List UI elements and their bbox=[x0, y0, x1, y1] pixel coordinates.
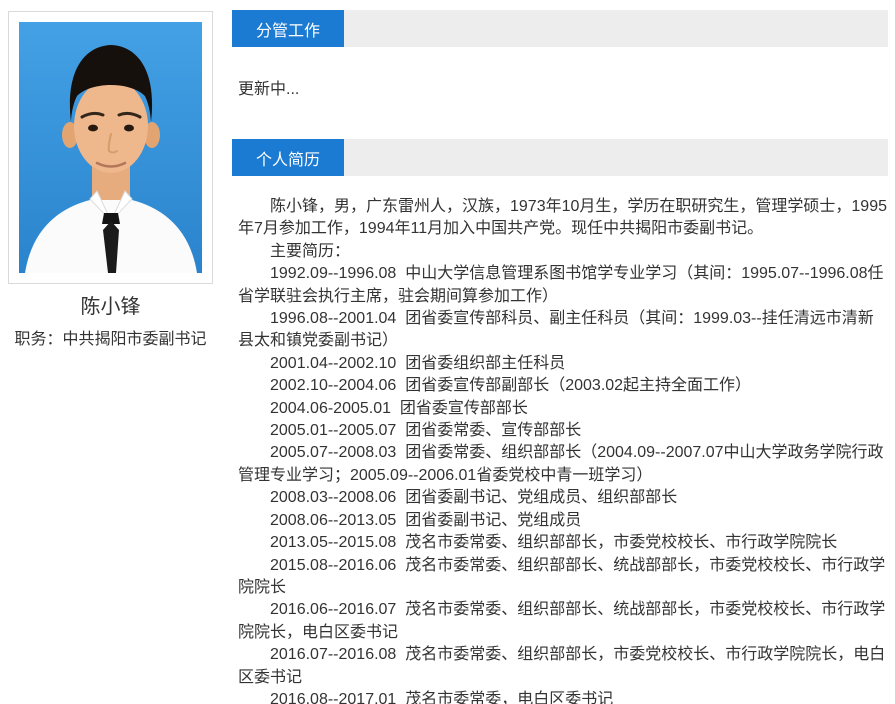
resume-entry: 2004.06-2005.01 团省委宣传部部长 bbox=[238, 398, 888, 420]
official-portrait-photo bbox=[19, 22, 202, 273]
resume-entry: 2016.07--2016.08 茂名市委常委、组织部部长，市委党校校长、市行政… bbox=[238, 644, 888, 689]
resume-entry: 2016.06--2016.07 茂名市委常委、组织部部长、统战部部长，市委党校… bbox=[238, 599, 888, 644]
resume-entry: 2005.01--2005.07 团省委常委、宣传部部长 bbox=[238, 420, 888, 442]
resume-intro-paragraph: 陈小锋，男，广东雷州人，汉族，1973年10月生，学历在职研究生，管理学硕士，1… bbox=[238, 196, 888, 241]
left-column: 陈小锋 职务：中共揭阳市委副书记 bbox=[0, 0, 232, 350]
resume-subheading: 主要简历： bbox=[238, 241, 888, 263]
duties-status-text: 更新中... bbox=[238, 81, 888, 99]
official-name: 陈小锋 bbox=[8, 296, 213, 318]
section-duties: 分管工作 更新中... bbox=[232, 10, 888, 139]
section-resume-header: 个人简历 bbox=[232, 139, 888, 176]
resume-entry: 2015.08--2016.06 茂名市委常委、组织部部长、统战部部长，市委党校… bbox=[238, 555, 888, 600]
resume-entry: 2013.05--2015.08 茂名市委常委、组织部部长，市委党校校长、市行政… bbox=[238, 532, 888, 554]
resume-entry: 2008.06--2013.05 团省委副书记、党组成员 bbox=[238, 510, 888, 532]
resume-entry: 1992.09--1996.08 中山大学信息管理系图书馆学专业学习（其间：19… bbox=[238, 263, 888, 308]
resume-entry: 2008.03--2008.06 团省委副书记、党组成员、组织部部长 bbox=[238, 487, 888, 509]
official-position: 职务：中共揭阳市委副书记 bbox=[8, 330, 213, 350]
profile-page: 陈小锋 职务：中共揭阳市委副书记 分管工作 更新中... 个人简历 陈小锋，男，… bbox=[0, 0, 895, 704]
resume-entry: 2001.04--2002.10 团省委组织部主任科员 bbox=[238, 353, 888, 375]
section-duties-title: 分管工作 bbox=[232, 10, 344, 47]
section-resume-body: 陈小锋，男，广东雷州人，汉族，1973年10月生，学历在职研究生，管理学硕士，1… bbox=[232, 176, 888, 704]
section-resume-title: 个人简历 bbox=[232, 139, 344, 176]
section-duties-header: 分管工作 bbox=[232, 10, 888, 47]
resume-entry: 2002.10--2004.06 团省委宣传部副部长（2003.02起主持全面工… bbox=[238, 375, 888, 397]
resume-entry: 2005.07--2008.03 团省委常委、组织部部长（2004.09--20… bbox=[238, 442, 888, 487]
content-column: 分管工作 更新中... 个人简历 陈小锋，男，广东雷州人，汉族，1973年10月… bbox=[232, 10, 888, 704]
section-resume: 个人简历 陈小锋，男，广东雷州人，汉族，1973年10月生，学历在职研究生，管理… bbox=[232, 139, 888, 704]
photo-frame bbox=[8, 11, 213, 284]
section-duties-body: 更新中... bbox=[232, 47, 888, 139]
resume-entry: 1996.08--2001.04 团省委宣传部科员、副主任科员（其间：1999.… bbox=[238, 308, 888, 353]
resume-entry: 2016.08--2017.01 茂名市委常委，电白区委书记 bbox=[238, 689, 888, 704]
